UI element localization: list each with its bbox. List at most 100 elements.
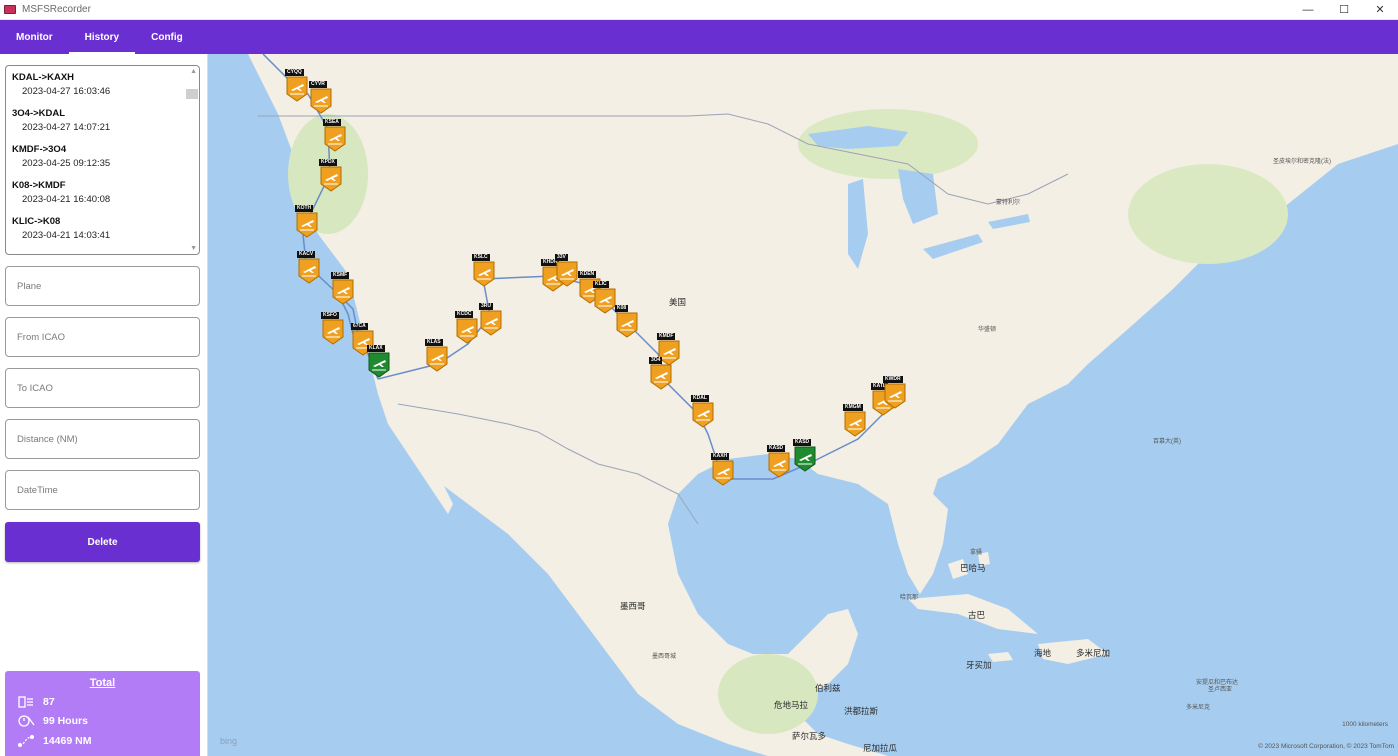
datetime-field[interactable] [5,470,200,510]
airport-code-label: KACV [297,251,316,258]
airport-code-label: KDEN [578,271,597,278]
flight-route: K08->KMDF [12,180,66,191]
plane-field[interactable] [5,266,200,306]
airport-marker[interactable]: KSEA [323,119,346,152]
country-label-jamaica: 牙买加 [966,660,992,670]
airport-pin-icon [320,166,342,192]
city-label-nassau: 拿骚 [970,550,983,556]
flight-history-list[interactable]: KDAL->KAXH 2023-04-27 16:03:46 3O4->KDAL… [5,65,200,255]
airport-pin-icon [310,88,332,114]
airport-marker[interactable]: KSLC [472,254,495,287]
country-label-el-salvador: 萨尔瓦多 [792,731,827,741]
airport-marker[interactable]: K08 [615,305,638,338]
flight-route: KMDF->3O4 [12,144,67,155]
airport-code-label: KCDC [455,311,474,318]
airport-code-label: KLAS [425,339,443,346]
from-icao-field[interactable] [5,317,200,357]
city-label-washington: 华盛顿 [978,327,997,333]
airport-marker[interactable]: KMGM [843,404,866,437]
airport-pin-icon [332,279,354,305]
country-label-belize: 伯利兹 [815,683,841,693]
distance-field[interactable] [5,419,200,459]
airport-marker[interactable]: KSFO [321,312,344,345]
airport-pin-icon [556,261,578,287]
forest-area [718,654,818,734]
airport-code-label: 3O4 [649,357,663,364]
airport-marker[interactable]: 3RU [479,303,502,336]
close-button[interactable]: ✕ [1362,0,1398,20]
country-label-honduras: 洪都拉斯 [844,706,879,716]
country-label-guatemala: 危地马拉 [774,700,809,710]
airport-marker[interactable]: 33V [555,254,578,287]
airport-marker[interactable]: KLIC [593,281,616,314]
airport-marker[interactable]: CYVR [309,81,332,114]
airport-pin-icon [480,310,502,336]
airport-marker[interactable]: KSMF [331,272,354,305]
tab-config[interactable]: Config [135,20,199,54]
airport-code-label: KASD [767,445,786,452]
app-icon [4,5,16,14]
airport-code-label: 33V [555,254,568,261]
airport-marker[interactable]: KWDR [883,376,906,409]
airport-marker[interactable]: KPDX [319,159,342,192]
airport-marker[interactable]: KLAS [425,339,448,372]
delete-button[interactable]: Delete [5,522,200,562]
flight-date: 2023-04-25 09:12:35 [22,158,111,169]
airport-pin-icon [794,446,816,472]
airport-code-label: 67CA [351,323,368,330]
list-item[interactable]: K08->KMDF 2023-04-21 16:40:08 [6,174,199,210]
airport-marker[interactable]: KAXH [711,453,734,486]
airport-code-label: KSMF [331,272,350,279]
jamaica-island [988,652,1013,662]
airport-marker[interactable]: KACV [297,251,320,284]
tab-history[interactable]: History [68,20,136,54]
tab-monitor[interactable]: Monitor [0,20,69,54]
airport-marker[interactable]: 3O4 [649,357,672,390]
airport-pin-icon [426,346,448,372]
airport-pin-icon [296,212,318,238]
minimize-button[interactable]: — [1290,0,1326,20]
list-item[interactable]: 3O4->KDAL 2023-04-27 14:07:21 [6,102,199,138]
flight-route: KDAL->KAXH [12,72,75,83]
airport-code-label: KSEA [323,119,341,126]
flight-map[interactable]: 美国 墨西哥 墨西哥城 蒙特利尔 华盛顿 哈瓦那 古巴 牙买加 海地 多米尼加 … [208,54,1398,756]
scroll-up-icon[interactable]: ▲ [190,68,197,75]
title-bar: MSFSRecorder — ☐ ✕ [0,0,1398,20]
airport-code-label: KDAL [691,395,709,402]
airport-marker[interactable]: CYQQ [285,69,308,102]
island-label-antigua: 安提瓜和巴布达 [1196,680,1239,686]
map-scale: 1000 kilometers [1342,721,1388,728]
scrollbar-thumb[interactable] [186,89,198,99]
airport-pin-icon [844,411,866,437]
country-label-usa: 美国 [669,297,687,307]
airport-code-label: KOTH [295,205,314,212]
total-title: Total [89,677,116,689]
list-item[interactable]: KLIC->K08 2023-04-21 14:03:41 [6,210,199,246]
airport-code-label: KASD [793,439,812,446]
list-item[interactable]: KMDF->3O4 2023-04-25 09:12:35 [6,138,199,174]
airport-marker[interactable]: KDAL [691,395,714,428]
list-item[interactable]: KDAL->KAXH 2023-04-27 16:03:46 [6,66,199,102]
airport-marker[interactable]: KLAX [367,345,390,378]
airport-code-label: KWDR [883,376,903,383]
maximize-button[interactable]: ☐ [1326,0,1362,20]
scroll-down-icon[interactable]: ▼ [190,245,197,252]
airport-marker[interactable]: KASD [767,445,790,478]
airport-pin-icon [768,452,790,478]
airport-marker[interactable]: KASD [793,439,816,472]
map-canvas [208,54,1398,756]
hours-value: 99 Hours [43,715,88,727]
left-panel: KDAL->KAXH 2023-04-27 16:03:46 3O4->KDAL… [0,54,208,756]
flight-route: KLIC->K08 [12,216,61,227]
country-label-haiti: 海地 [1034,648,1052,658]
airport-marker[interactable]: KCDC [455,311,478,344]
airport-code-label: KMDF [657,333,676,340]
flight-date: 2023-04-27 14:07:21 [22,122,111,133]
flight-count-icon [18,696,33,708]
hours-stat: 99 Hours [17,714,88,728]
airport-code-label: KSLC [472,254,490,261]
airport-pin-icon [650,364,672,390]
flight-route: 3O4->KDAL [12,108,66,119]
airport-marker[interactable]: KOTH [295,205,318,238]
to-icao-field[interactable] [5,368,200,408]
